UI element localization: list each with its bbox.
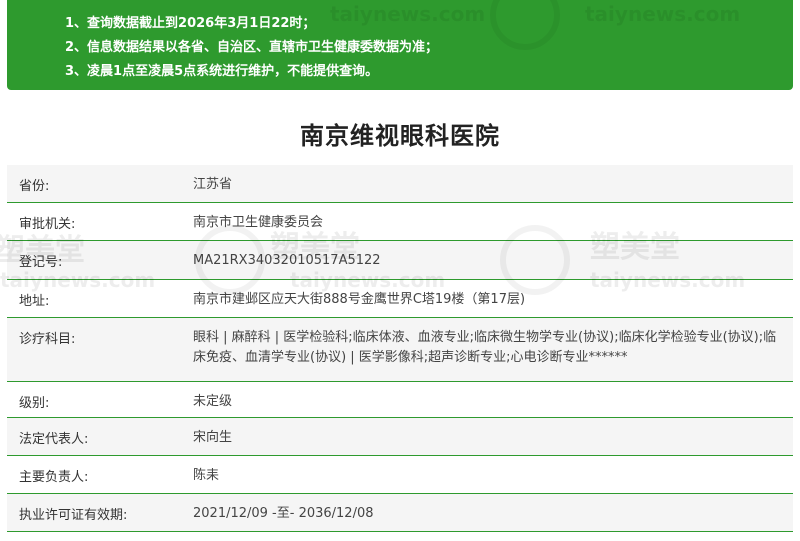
notice-line-3: 3、凌晨1点至凌晨5点系统进行维护，不能提供查询。 bbox=[65, 64, 379, 79]
field-value: 眼科 | 麻醉科 | 医学检验科;临床体液、血液专业;临床微生物学专业(协议);… bbox=[193, 329, 777, 365]
info-row-authority: 审批机关: 南京市卫生健康委员会 bbox=[7, 202, 793, 240]
notice-line-2: 2、信息数据结果以各省、自治区、直辖市卫生健康委数据为准； bbox=[65, 40, 439, 55]
field-label: 地址: bbox=[19, 293, 50, 309]
info-row-principal: 主要负责人: 陈耒 bbox=[7, 455, 793, 493]
hospital-info-table: 省份: 江苏省 审批机关: 南京市卫生健康委员会 登记号: MA21RX3403… bbox=[7, 165, 793, 532]
field-value: 陈耒 bbox=[193, 467, 220, 483]
field-label: 执业许可证有效期: bbox=[19, 507, 128, 523]
field-label: 省份: bbox=[19, 179, 50, 194]
field-value: 江苏省 bbox=[193, 177, 233, 192]
info-row-registration: 登记号: MA21RX34032010517A5122 bbox=[7, 240, 793, 279]
field-value: 宋向生 bbox=[193, 429, 233, 445]
info-row-address: 地址: 南京市建邺区应天大街888号金鹰世界C塔19楼（第17层) bbox=[7, 279, 793, 317]
field-value: 未定级 bbox=[193, 393, 233, 409]
field-label: 诊疗科目: bbox=[19, 331, 76, 347]
info-row-legal-rep: 法定代表人: 宋向生 bbox=[7, 417, 793, 455]
field-label: 主要负责人: bbox=[19, 469, 89, 485]
info-row-license-validity: 执业许可证有效期: 2021/12/09 -至- 2036/12/08 bbox=[7, 493, 793, 531]
field-label: 法定代表人: bbox=[19, 431, 89, 447]
notice-line-1: 1、查询数据截止到2026年3月1日22时； bbox=[65, 16, 316, 31]
notice-banner: 1、查询数据截止到2026年3月1日22时； 2、信息数据结果以各省、自治区、直… bbox=[7, 0, 793, 90]
page-title: 南京维视眼科医院 bbox=[300, 122, 500, 150]
field-value: 南京市建邺区应天大街888号金鹰世界C塔19楼（第17层) bbox=[193, 291, 526, 307]
field-value: 2021/12/09 -至- 2036/12/08 bbox=[193, 505, 374, 521]
field-label: 审批机关: bbox=[19, 216, 76, 232]
field-value: MA21RX34032010517A5122 bbox=[193, 252, 381, 268]
info-row-province: 省份: 江苏省 bbox=[7, 165, 793, 202]
field-label: 登记号: bbox=[19, 254, 63, 270]
field-label: 级别: bbox=[19, 395, 50, 411]
field-value: 南京市卫生健康委员会 bbox=[193, 214, 324, 230]
info-row-departments: 诊疗科目: 眼科 | 麻醉科 | 医学检验科;临床体液、血液专业;临床微生物学专… bbox=[7, 317, 793, 381]
info-row-level: 级别: 未定级 bbox=[7, 381, 793, 417]
